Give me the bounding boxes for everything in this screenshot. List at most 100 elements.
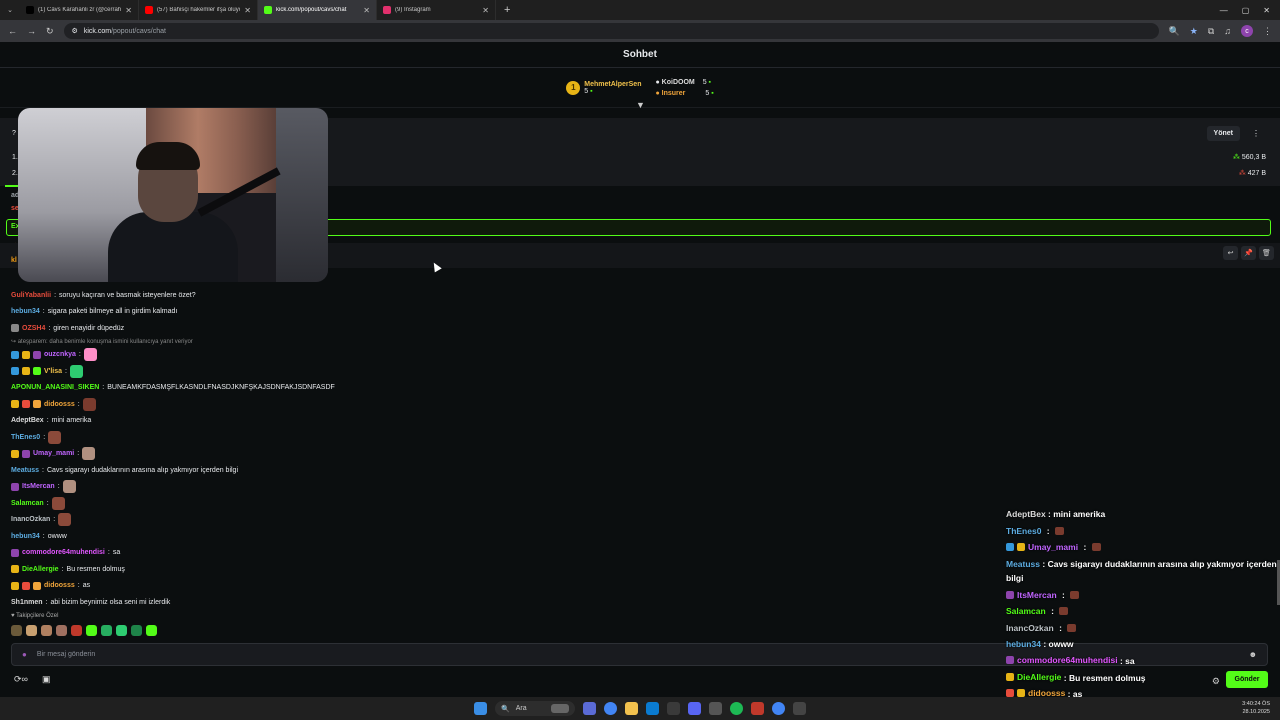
app-icon[interactable]: [709, 702, 722, 715]
app-icon[interactable]: [751, 702, 764, 715]
minimize-icon[interactable]: —: [1220, 6, 1228, 15]
chat-message[interactable]: ThEnes0:: [11, 429, 611, 446]
close-window-icon[interactable]: ✕: [1263, 6, 1270, 15]
emote-icon[interactable]: [41, 625, 52, 636]
chat-username[interactable]: Sh1nmen: [11, 599, 43, 606]
chat-message[interactable]: DieAllergie: Bu resmen dolmuş: [11, 561, 611, 578]
delete-icon[interactable]: 🗑: [1259, 246, 1274, 260]
chat-username[interactable]: ThEnes0: [11, 434, 40, 441]
chat-message[interactable]: Sh1nmen: abi bizim beynimiz olsa seni mi …: [11, 594, 611, 611]
emote-icon[interactable]: [11, 625, 22, 636]
emote-icon[interactable]: [146, 625, 157, 636]
leader-third[interactable]: ● Insurer 5 ▪: [655, 90, 713, 97]
maximize-icon[interactable]: ▢: [1242, 6, 1250, 15]
back-icon[interactable]: ←: [8, 26, 17, 36]
chat-message[interactable]: Salamcan:: [11, 495, 611, 512]
browser-tab[interactable]: kick.com/popout/cavs/chat ✕: [258, 0, 377, 20]
emote-icon[interactable]: [116, 625, 127, 636]
close-tab-icon[interactable]: ✕: [244, 6, 251, 15]
chat-message[interactable]: APONUN_ANASINI_SIKEN: BUNEAMKFDASMŞFLKASN…: [11, 380, 611, 397]
emote-icon[interactable]: [131, 625, 142, 636]
emote-icon[interactable]: [71, 625, 82, 636]
chrome-icon[interactable]: [604, 702, 617, 715]
emote-icon[interactable]: [26, 625, 37, 636]
close-tab-icon[interactable]: ✕: [125, 6, 132, 15]
manage-button[interactable]: Yönet: [1206, 126, 1240, 141]
edge-icon[interactable]: [646, 702, 659, 715]
chat-message[interactable]: hebun34: owww: [11, 528, 611, 545]
chat-username[interactable]: GuliYabanlii: [11, 292, 51, 299]
reply-icon[interactable]: ↩: [1223, 246, 1238, 260]
new-tab-button[interactable]: +: [496, 4, 518, 16]
chat-username[interactable]: Meatuss: [11, 467, 39, 474]
browser-tab[interactable]: (9) Instagram ✕: [377, 0, 496, 20]
prediction-option-2[interactable]: 2.: [12, 170, 18, 177]
emote-icon[interactable]: [56, 625, 67, 636]
chat-message[interactable]: commodore64muhendisi: sa: [11, 545, 611, 562]
chat-message[interactable]: Meatuss: Cavs sigarayı dudaklarının arası…: [11, 462, 611, 479]
chat-username[interactable]: ItsMercan: [22, 483, 55, 490]
emote-icon[interactable]: [101, 625, 112, 636]
chat-username[interactable]: didoosss: [44, 401, 75, 408]
reload-icon[interactable]: ↻: [46, 26, 54, 37]
browser-menu-icon[interactable]: ⋮: [1263, 26, 1272, 37]
chat-username[interactable]: OZSH4: [22, 325, 45, 332]
chat-message[interactable]: hebun34: sigara paketi bilmeye all in gir…: [11, 304, 611, 321]
chat-message[interactable]: Umay_mami:: [11, 446, 611, 463]
file-explorer-icon[interactable]: [625, 702, 638, 715]
taskbar-search[interactable]: 🔍 Ara: [495, 701, 575, 716]
chevron-down-icon[interactable]: ▼: [636, 100, 645, 110]
chat-username[interactable]: didoosss: [44, 582, 75, 589]
chat-username[interactable]: commodore64muhendisi: [22, 549, 105, 556]
leader-first[interactable]: 1 MehmetAlperSen 5 ▪: [566, 80, 641, 95]
terminal-icon[interactable]: [667, 702, 680, 715]
start-icon[interactable]: [474, 702, 487, 715]
store-icon[interactable]: ▣: [42, 674, 51, 685]
chat-message[interactable]: ItsMercan:: [11, 479, 611, 496]
close-tab-icon[interactable]: ✕: [482, 6, 489, 15]
chat-username[interactable]: APONUN_ANASINI_SIKEN: [11, 384, 99, 391]
chat-message[interactable]: GuliYabanlii: soruyu kaçıran ve basmak is…: [11, 287, 611, 304]
close-tab-icon[interactable]: ✕: [363, 6, 370, 15]
chat-username[interactable]: DieAllergie: [22, 566, 59, 573]
chrome-profile-icon[interactable]: [772, 702, 785, 715]
chat-username[interactable]: InancOzkan: [11, 516, 50, 523]
leader-second[interactable]: ● KoiDOOM 5 ▪: [655, 79, 713, 86]
chat-message[interactable]: didoosss: as: [11, 578, 611, 595]
spotify-icon[interactable]: [730, 702, 743, 715]
chat-message[interactable]: V'lisa:: [11, 363, 611, 380]
profile-avatar[interactable]: c: [1241, 25, 1253, 37]
more-options-icon[interactable]: ⋮: [1252, 129, 1260, 138]
chat-username[interactable]: hebun34: [11, 533, 40, 540]
discord-icon[interactable]: [688, 702, 701, 715]
zoom-icon[interactable]: 🔍: [1169, 26, 1180, 37]
media-icon[interactable]: ♫: [1224, 26, 1231, 36]
chat-username[interactable]: AdeptBex: [11, 417, 44, 424]
chat-message[interactable]: OZSH4: giren enayidir düpedüz: [11, 320, 611, 337]
chat-username[interactable]: Salamcan: [11, 500, 44, 507]
reply-context[interactable]: ↪ ateşparem: daha benimle konuşma ismini…: [11, 337, 611, 347]
chat-username[interactable]: Umay_mami: [33, 450, 74, 457]
chat-username[interactable]: ouzcnkya: [44, 351, 76, 358]
obs-icon[interactable]: [793, 702, 806, 715]
tab-search-icon[interactable]: ⌄: [0, 0, 20, 20]
browser-tab[interactable]: (57) Bahisçi hakemler ifşa oluyo ✕: [139, 0, 258, 20]
pin-icon[interactable]: 📌: [1241, 246, 1256, 260]
microphone-icon[interactable]: ●: [22, 650, 27, 659]
emote-icon[interactable]: [86, 625, 97, 636]
forward-icon[interactable]: →: [27, 26, 36, 36]
system-clock[interactable]: 3:40:24 ÖS 28.10.2025: [1242, 700, 1270, 716]
bookmark-star-icon[interactable]: ★: [1190, 26, 1198, 37]
url-input[interactable]: ⚙ kick.com /popout/cavs/chat: [63, 23, 1159, 39]
browser-tab[interactable]: (1) Cävs Karahanli zr (@cerrahp ✕: [20, 0, 139, 20]
chat-message[interactable]: ouzcnkya:: [11, 347, 611, 364]
extensions-icon[interactable]: ⧉: [1208, 26, 1214, 37]
prediction-option-1[interactable]: 1.: [12, 154, 18, 161]
chat-message[interactable]: didoosss:: [11, 396, 611, 413]
chat-username[interactable]: hebun34: [11, 308, 40, 315]
copilot-icon[interactable]: [583, 702, 596, 715]
points-icon[interactable]: ⟳∞: [14, 674, 28, 685]
chat-message[interactable]: InancOzkan:: [11, 512, 611, 529]
chat-message[interactable]: AdeptBex: mini amerika: [11, 413, 611, 430]
site-info-icon[interactable]: ⚙: [72, 27, 78, 35]
